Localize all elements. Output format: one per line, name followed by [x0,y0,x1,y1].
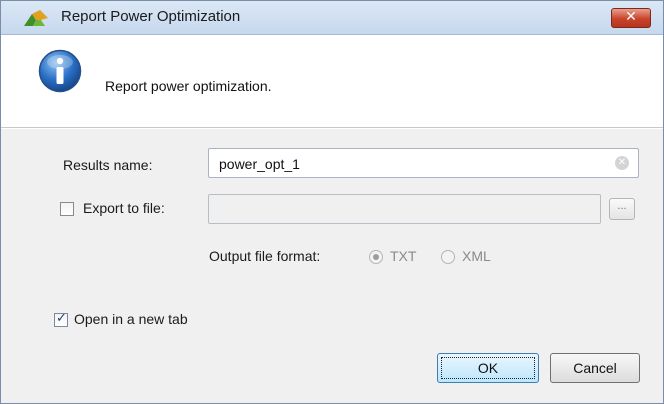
close-icon: ✕ [625,9,637,25]
results-name-value: power_opt_1 [219,156,300,172]
header-panel: Report power optimization. [1,35,663,128]
open-in-new-tab-checkbox[interactable]: ✓ [54,311,68,327]
close-button[interactable]: ✕ [611,8,651,28]
radio-selected-dot [373,254,379,260]
dialog-window: Report Power Optimization ✕ Report power… [0,0,664,404]
format-radio-txt-label[interactable]: TXT [390,248,416,264]
results-name-input[interactable]: power_opt_1 ✕ [208,148,639,178]
vivado-logo-icon [24,10,48,26]
format-radio-txt[interactable] [369,250,383,264]
open-in-new-tab-label[interactable]: Open in a new tab [74,311,188,327]
export-to-file-label[interactable]: Export to file: [83,200,165,216]
ok-button[interactable]: OK [437,353,539,383]
export-to-file-checkbox[interactable] [60,202,74,216]
cancel-button[interactable]: Cancel [550,353,640,383]
window-title: Report Power Optimization [61,8,241,25]
title-bar[interactable]: Report Power Optimization ✕ [1,1,663,35]
info-icon [38,49,82,93]
format-radio-xml-label[interactable]: XML [462,248,491,264]
results-name-label: Results name: [63,157,153,173]
checkmark-icon: ✓ [56,311,67,326]
format-radio-xml[interactable] [441,250,455,264]
output-format-label: Output file format: [209,248,321,264]
export-file-input[interactable] [208,194,601,224]
header-divider [1,128,663,129]
header-message: Report power optimization. [105,78,272,94]
clear-icon[interactable]: ✕ [615,156,629,170]
focus-ring [441,357,535,379]
cancel-button-label: Cancel [573,360,617,376]
browse-button[interactable]: ... [609,198,635,220]
